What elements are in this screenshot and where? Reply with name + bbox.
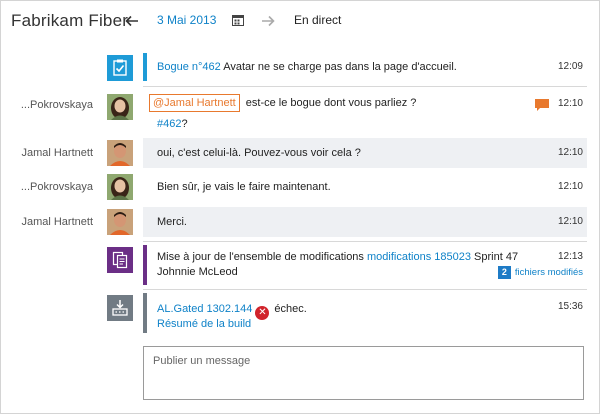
feed-item-work-item: Bogue n°462 Avatar ne se charge pas dans… bbox=[1, 53, 600, 81]
divider bbox=[143, 86, 587, 87]
build-bar bbox=[143, 293, 147, 333]
feed-item-content: Merci. 12:10 bbox=[143, 207, 587, 237]
calendar-icon[interactable] bbox=[231, 13, 245, 27]
message-second-line: #462? bbox=[157, 116, 188, 132]
work-item-ref-link[interactable]: #462 bbox=[157, 118, 181, 130]
timestamp: 12:13 bbox=[557, 251, 583, 262]
timestamp: 12:10 bbox=[557, 147, 583, 158]
current-date-link[interactable]: 3 Mai 2013 bbox=[157, 13, 216, 27]
files-count-badge: 2 bbox=[497, 266, 511, 279]
files-changed-label: fichiers modifiés bbox=[514, 267, 583, 278]
files-changed-link[interactable]: 2 fichiers modifiés bbox=[497, 266, 583, 279]
sender-name[interactable]: ...Pokrovskaya bbox=[21, 181, 93, 193]
feed-item-content: Bien sûr, je vais le faire maintenant. 1… bbox=[143, 171, 587, 203]
changeset-prefix: Mise à jour de l'ensemble de modificatio… bbox=[157, 251, 364, 263]
changeset-text: Mise à jour de l'ensemble de modificatio… bbox=[157, 249, 518, 265]
live-link[interactable]: En direct bbox=[294, 13, 341, 27]
sender-name[interactable]: Jamal Hartnett bbox=[21, 147, 93, 159]
avatar bbox=[107, 94, 133, 120]
feed-item-message: ...Pokrovskaya @Jamal Hartnett est-ce le… bbox=[1, 89, 600, 135]
timestamp: 12:09 bbox=[557, 61, 583, 72]
feed-item-content: @Jamal Hartnett est-ce le bogue dont vou… bbox=[143, 89, 587, 135]
avatar bbox=[107, 174, 133, 200]
message-suffix: ? bbox=[181, 118, 188, 130]
timestamp: 12:10 bbox=[557, 98, 583, 109]
feed-item-content: Bogue n°462 Avatar ne se charge pas dans… bbox=[143, 53, 587, 81]
work-item-icon bbox=[107, 55, 133, 81]
chat-room-window: Fabrikam Fiber 3 Mai 2013 En direct Bogu… bbox=[0, 0, 600, 414]
build-summary-label[interactable]: Résumé de la build bbox=[157, 318, 251, 330]
feed-item-content: AL.Gated 1302.144 ✕ échec. Résumé de la bu… bbox=[143, 293, 587, 333]
changeset-icon bbox=[107, 247, 133, 273]
sender-name[interactable]: Jamal Hartnett bbox=[21, 216, 93, 228]
divider bbox=[143, 289, 587, 290]
mention-tag[interactable]: @Jamal Hartnett bbox=[149, 94, 240, 112]
divider bbox=[143, 241, 587, 242]
build-fail-icon: ✕ bbox=[255, 306, 270, 320]
feed-item-message: ...Pokrovskaya Bien sûr, je vais le fair… bbox=[1, 171, 600, 203]
feed-item-build: AL.Gated 1302.144 ✕ échec. Résumé de la bu… bbox=[1, 293, 600, 333]
feed-item-message: Jamal Hartnett oui, c'est celui-là. Pouv… bbox=[1, 138, 600, 168]
sender-name[interactable]: ...Pokrovskaya bbox=[21, 99, 93, 111]
timestamp: 12:10 bbox=[557, 216, 583, 227]
feed-item-text: Bogue n°462 Avatar ne se charge pas dans… bbox=[157, 59, 457, 75]
changeset-author[interactable]: Johnnie McLeod bbox=[157, 264, 238, 280]
header: Fabrikam Fiber 3 Mai 2013 En direct bbox=[1, 1, 600, 43]
feed-item-content: oui, c'est celui-là. Pouvez-vous voir ce… bbox=[143, 138, 587, 168]
build-summary-link[interactable]: Résumé de la build bbox=[157, 316, 251, 332]
message-input[interactable] bbox=[143, 346, 584, 400]
changeset-link[interactable]: modifications 185023 bbox=[367, 251, 471, 263]
reply-bubble-icon[interactable] bbox=[535, 99, 549, 111]
avatar bbox=[107, 209, 133, 235]
timestamp: 15:36 bbox=[557, 301, 583, 312]
arrow-right-icon[interactable] bbox=[259, 12, 277, 30]
build-link[interactable]: AL.Gated 1302.144 bbox=[157, 303, 252, 315]
work-item-link[interactable]: Bogue n°462 bbox=[157, 61, 221, 73]
arrow-left-icon[interactable] bbox=[123, 12, 141, 30]
feed-item-changeset: Mise à jour de l'ensemble de modificatio… bbox=[1, 245, 600, 285]
avatar bbox=[107, 140, 133, 166]
feed-item-content: Mise à jour de l'ensemble de modificatio… bbox=[143, 245, 587, 285]
changeset-suffix: Sprint 47 bbox=[474, 251, 519, 263]
timestamp: 12:10 bbox=[557, 181, 583, 192]
build-status: échec. bbox=[274, 303, 307, 315]
feed-item-message: Jamal Hartnett Merci. 12:10 bbox=[1, 207, 600, 237]
message-text: @Jamal Hartnett est-ce le bogue dont vou… bbox=[149, 94, 416, 112]
work-item-bar bbox=[143, 53, 147, 81]
message-body: Merci. bbox=[157, 216, 187, 228]
changeset-bar bbox=[143, 245, 147, 285]
message-body: oui, c'est celui-là. Pouvez-vous voir ce… bbox=[157, 147, 361, 159]
message-body: est-ce le bogue dont vous parliez ? bbox=[245, 97, 417, 109]
app-title: Fabrikam Fiber bbox=[11, 11, 129, 30]
build-icon bbox=[107, 295, 133, 321]
message-body: Bien sûr, je vais le faire maintenant. bbox=[157, 181, 331, 193]
work-item-title: Avatar ne se charge pas dans la page d'a… bbox=[223, 61, 457, 73]
